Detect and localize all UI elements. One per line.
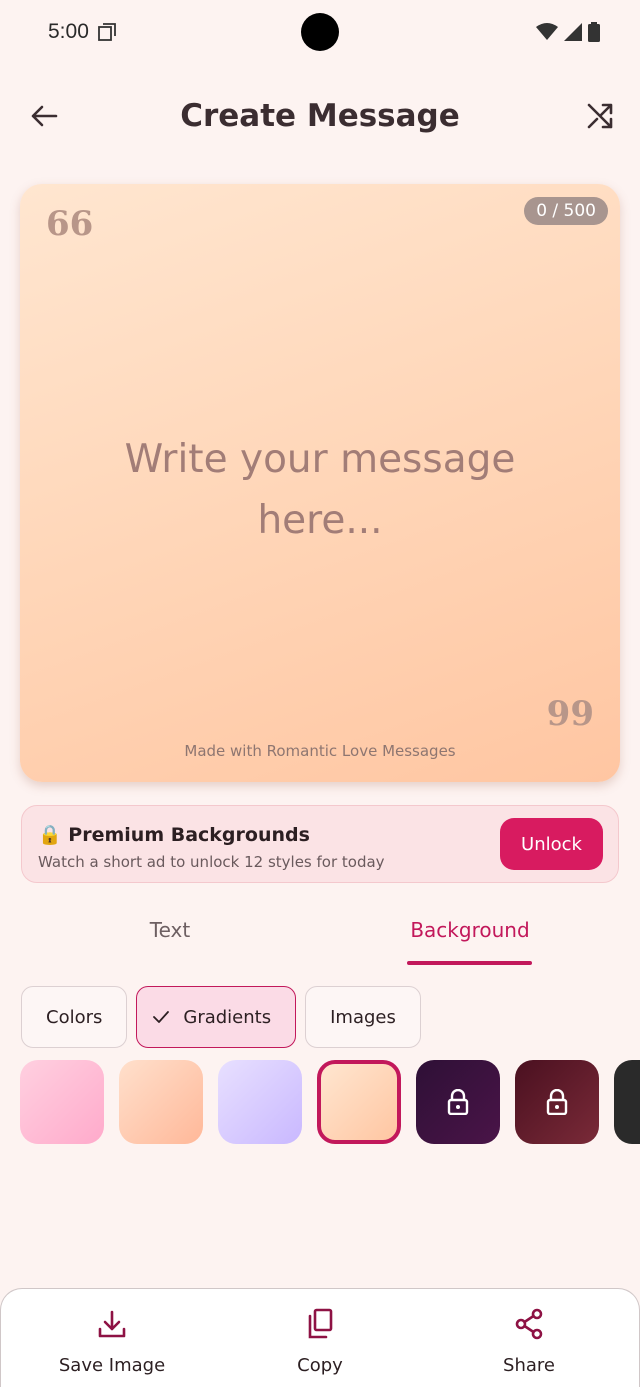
status-icons [536,22,600,42]
shuffle-icon [587,103,613,129]
chip-label: Gradients [183,1006,272,1028]
background-type-chips: Colors Gradients Images [21,986,421,1048]
gradient-swatch-list [20,1060,640,1146]
share-button[interactable]: Share [449,1307,609,1376]
watermark-text: Made with Romantic Love Messages [184,742,456,760]
message-placeholder[interactable]: Write your message here... [80,429,560,551]
copy-label: Copy [297,1355,343,1376]
swatch-plum-gradient[interactable] [416,1060,500,1144]
signal-icon [564,23,582,41]
lock-icon [546,1089,568,1115]
premium-subtitle: Watch a short ad to unlock 12 styles for… [38,853,385,871]
camera-cutout [301,13,339,51]
page-title: Create Message [180,98,460,134]
swatch-lavender-gradient[interactable] [218,1060,302,1144]
open-quote-mark: 66 [46,204,94,244]
status-time: 5:00 [48,20,89,43]
copy-icon [308,1308,333,1339]
lock-emoji-icon: 🔒 [38,824,62,846]
swatch-apricot-gradient[interactable] [317,1060,401,1144]
premium-title-label: Premium Backgrounds [68,824,310,846]
close-quote-mark: 99 [546,694,594,734]
tab-background[interactable]: Background [320,918,620,942]
download-icon [98,1310,126,1338]
copy-button[interactable]: Copy [240,1307,400,1376]
status-bar: 5:00 [0,0,640,64]
chip-images[interactable]: Images [305,986,421,1048]
top-app-bar: Create Message [0,80,640,156]
chip-colors[interactable]: Colors [21,986,128,1048]
swatch-pink-gradient[interactable] [20,1060,104,1144]
tab-text[interactable]: Text [0,918,340,942]
lock-icon [447,1089,469,1115]
share-label: Share [503,1355,555,1376]
battery-icon [588,22,600,42]
shuffle-button[interactable] [578,94,622,138]
check-icon [153,1011,170,1023]
swatch-partial[interactable] [614,1060,640,1144]
message-preview-card[interactable]: 66 0 / 500 Write your message here... 99… [20,184,620,782]
chip-label: Images [330,1006,396,1028]
premium-title: 🔒 Premium Backgrounds [38,823,310,846]
editor-tabs: Text Background [0,906,640,966]
swatch-wine-gradient[interactable] [515,1060,599,1144]
save-image-label: Save Image [58,1355,166,1376]
premium-backgrounds-banner: 🔒 Premium Backgrounds Watch a short ad t… [21,805,619,883]
chip-gradients[interactable]: Gradients [136,986,297,1048]
screenshot-icon [98,23,116,41]
wifi-icon [536,23,558,40]
character-counter: 0 / 500 [524,197,608,225]
bottom-action-bar: Save Image Copy Share [0,1288,640,1387]
save-image-button[interactable]: Save Image [32,1307,192,1376]
swatch-peach-gradient[interactable] [119,1060,203,1144]
chip-label: Colors [46,1006,103,1028]
tab-indicator [407,961,532,965]
share-icon [515,1308,543,1340]
unlock-button[interactable]: Unlock [500,818,603,870]
